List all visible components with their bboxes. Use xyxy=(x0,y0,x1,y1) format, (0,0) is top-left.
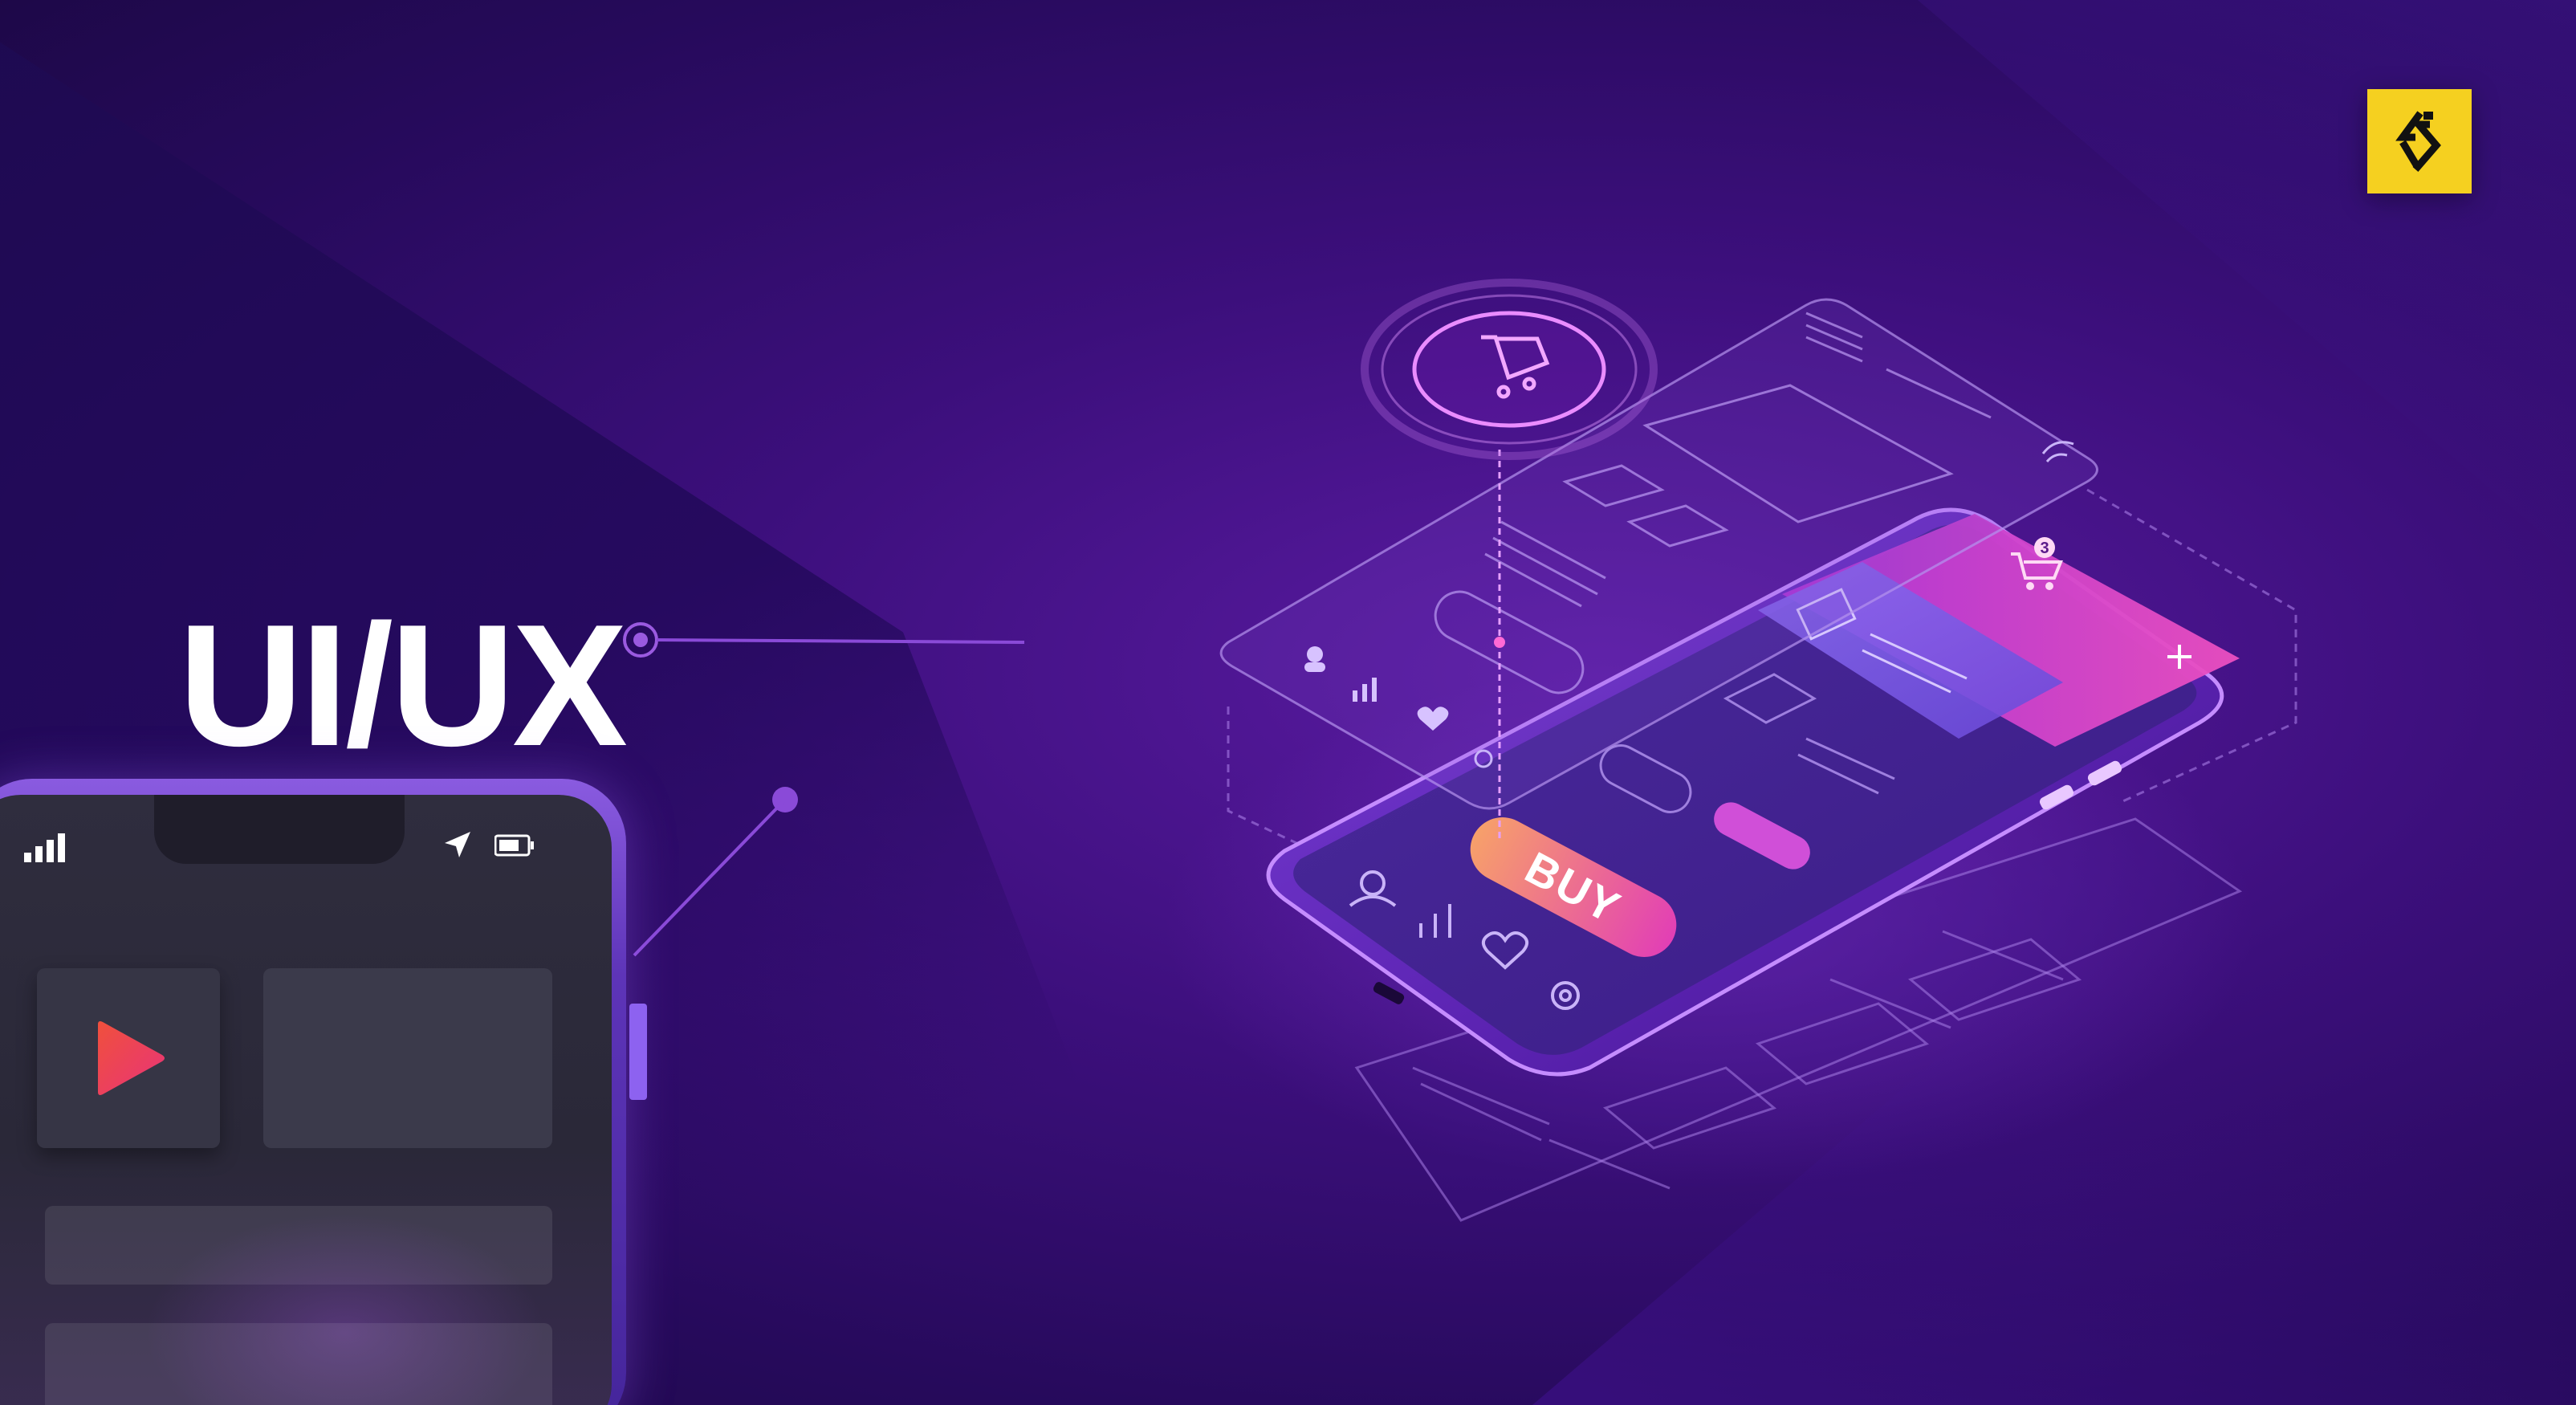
phone-screen xyxy=(0,795,612,1405)
video-card[interactable] xyxy=(37,968,220,1148)
brand-logo-icon xyxy=(2395,111,2441,172)
banner: BUY 3 UI/UX xyxy=(0,0,2576,1405)
phone-side-button xyxy=(629,1004,647,1100)
battery-icon xyxy=(494,834,534,857)
floating-cart-icon xyxy=(1361,279,1658,460)
phone-notch xyxy=(154,795,405,864)
content-card-placeholder xyxy=(263,968,552,1148)
brand-logo[interactable] xyxy=(2367,89,2472,193)
play-icon[interactable] xyxy=(93,1020,167,1097)
cart-badge-count: 3 xyxy=(2040,540,2049,557)
list-item-placeholder xyxy=(45,1323,552,1405)
headline-title: UI/UX xyxy=(178,588,628,782)
location-arrow-icon xyxy=(445,832,470,857)
signal-bars-icon xyxy=(24,833,65,862)
